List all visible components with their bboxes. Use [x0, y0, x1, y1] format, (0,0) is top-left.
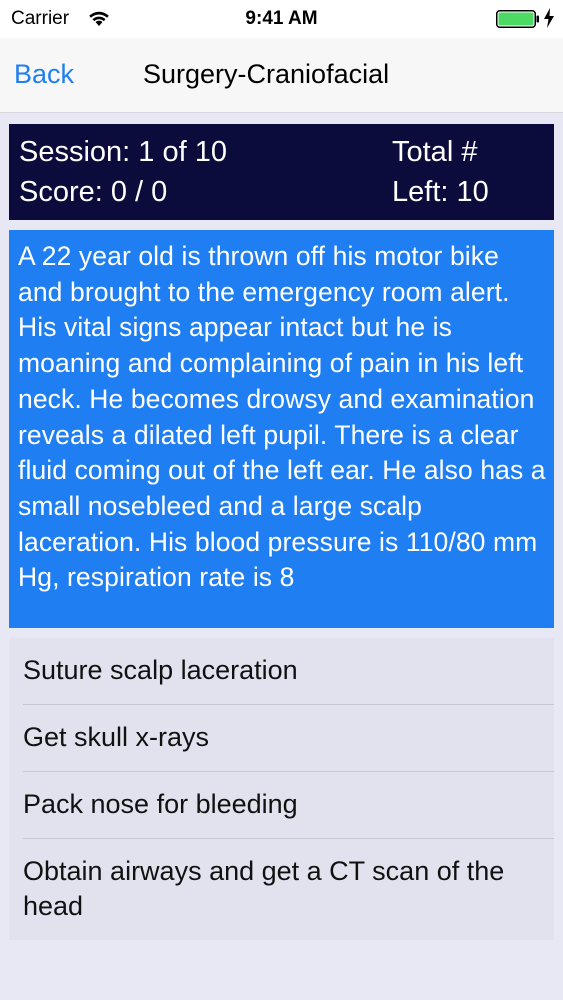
- navigation-bar: Back Surgery-Craniofacial: [0, 38, 563, 112]
- question-panel[interactable]: A 22 year old is thrown off his motor bi…: [9, 230, 554, 628]
- page-title: Surgery-Craniofacial: [143, 59, 390, 89]
- total-label: Total #: [392, 136, 478, 168]
- question-text: A 22 year old is thrown off his motor bi…: [18, 241, 546, 593]
- score-panel: Session: 1 of 10 Score: 0 / 0 Total # Le…: [9, 124, 554, 220]
- back-button[interactable]: Back: [14, 56, 74, 92]
- status-time: 9:41 AM: [245, 8, 318, 29]
- nav-divider: [0, 112, 563, 113]
- answer-option-2[interactable]: Get skull x-rays: [9, 705, 554, 771]
- answer-label: Get skull x-rays: [23, 722, 210, 752]
- app-screen: Carrier 9:41 AM Back Surgery-Craniofacia…: [0, 0, 563, 1000]
- remaining-counter: Left: 10: [392, 176, 489, 208]
- charging-bolt-icon: [544, 8, 554, 28]
- answer-option-4[interactable]: Obtain airways and get a CT scan of the …: [9, 839, 554, 940]
- status-bar: Carrier 9:41 AM: [0, 0, 563, 38]
- answer-label: Pack nose for bleeding: [23, 789, 298, 819]
- answer-option-3[interactable]: Pack nose for bleeding: [9, 772, 554, 838]
- answer-label: Suture scalp laceration: [23, 655, 298, 685]
- session-counter: Session: 1 of 10: [19, 136, 227, 168]
- answer-option-1[interactable]: Suture scalp laceration: [9, 638, 554, 704]
- answer-label: Obtain airways and get a CT scan of the …: [23, 856, 505, 921]
- score-counter: Score: 0 / 0: [19, 176, 168, 208]
- battery-icon: [496, 10, 539, 28]
- answer-list: Suture scalp laceration Get skull x-rays…: [9, 638, 554, 940]
